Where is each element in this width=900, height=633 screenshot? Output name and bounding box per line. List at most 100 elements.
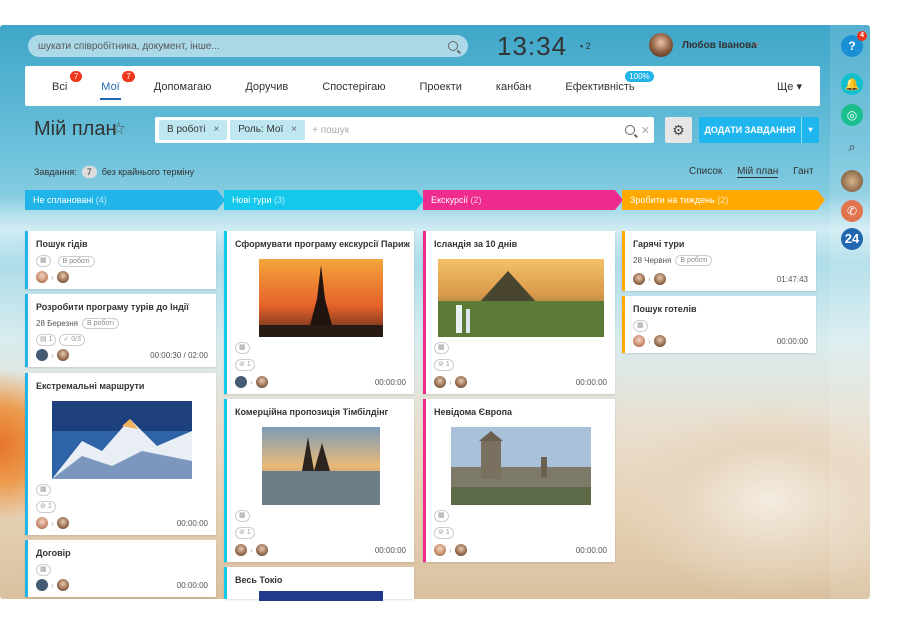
task-title[interactable]: Пошук гідів (36, 239, 216, 249)
chat-icon[interactable]: ◎ (841, 104, 863, 126)
search-input[interactable]: шукати співробітника, документ, інше... (38, 41, 448, 52)
column-header[interactable]: Нові тури (3) (224, 190, 424, 210)
task-card[interactable]: Розробити програму турів до Індії 28 Бер… (25, 294, 216, 367)
search-icon[interactable] (624, 125, 635, 135)
chevron-down-icon[interactable]: ▾ (801, 117, 819, 143)
view-myplan[interactable]: Мій план (737, 166, 779, 178)
avatar[interactable] (255, 544, 268, 556)
task-title[interactable]: Пошук готелів (633, 304, 816, 314)
task-title[interactable]: Ісландія за 10 днів (434, 239, 615, 249)
star-icon[interactable]: ☆ (111, 119, 126, 139)
calendar-icon[interactable]: ▦ (235, 342, 250, 354)
tab-efficiency[interactable]: Ефективність 100% (548, 66, 654, 106)
user-avatar[interactable] (649, 33, 673, 57)
user-name[interactable]: Любов Іванова (682, 40, 757, 51)
tab-watching[interactable]: Спостерігаю (305, 66, 402, 106)
search-icon[interactable]: ⌕ (841, 136, 863, 158)
calendar-icon[interactable]: ▦ (235, 510, 250, 522)
checklist-icon[interactable]: ✓ 0/3 (59, 334, 86, 346)
avatar[interactable] (235, 376, 247, 388)
avatar[interactable] (454, 376, 467, 388)
tab-kanban[interactable]: канбан (479, 66, 549, 106)
avatar[interactable] (36, 271, 48, 283)
avatar[interactable] (36, 517, 48, 529)
avatar[interactable] (56, 271, 69, 283)
avatar[interactable] (633, 335, 645, 347)
contact-avatar[interactable] (841, 170, 863, 192)
time-tracker[interactable]: 00:00:00 (375, 378, 406, 387)
avatar[interactable] (36, 349, 48, 361)
tab-projects[interactable]: Проекти (403, 66, 479, 106)
task-card[interactable]: Ісландія за 10 днів ▦ ⊘ 1 › 00:00:00 (423, 231, 615, 394)
task-title[interactable]: Гарячі тури (633, 239, 816, 249)
task-title[interactable]: Екстремальні маршрути (36, 381, 216, 391)
clock[interactable]: 13:34 (497, 31, 567, 62)
time-tracker[interactable]: 01:47:43 (777, 275, 808, 284)
attachment-icon[interactable]: ⊘ 1 (235, 359, 255, 371)
time-tracker[interactable]: 00:00:00 (576, 546, 607, 555)
calendar-icon[interactable]: ▦ (36, 564, 51, 576)
chevron-down-icon[interactable]: ▾ (755, 40, 759, 49)
calendar-icon[interactable]: ▦ (633, 320, 648, 332)
avatar[interactable] (653, 273, 666, 285)
task-title[interactable]: Договір (36, 548, 216, 558)
attachment-icon[interactable]: ⊘ 1 (36, 501, 56, 513)
avatar[interactable] (56, 517, 69, 529)
close-icon[interactable]: × (291, 120, 297, 140)
view-list[interactable]: Список (689, 166, 722, 177)
task-card[interactable]: Екстремальні маршрути ▦ ⊘ 1 › 00:00:00 (25, 373, 216, 535)
task-title[interactable]: Сформувати програму екскурсії Париж (235, 239, 414, 249)
avatar[interactable] (56, 579, 69, 591)
task-card[interactable]: Пошук готелів ▦ › 00:00:00 (622, 296, 816, 353)
deadline[interactable]: 28 Березня (36, 319, 78, 328)
task-card[interactable]: Пошук гідів ▦ В роботі › (25, 231, 216, 289)
task-card[interactable]: Весь Токіо (224, 567, 414, 601)
attachment-icon[interactable]: ⊘ 1 (434, 359, 454, 371)
time-tracker[interactable]: 00:00:00 (375, 546, 406, 555)
task-card[interactable]: Договір ▦ › 00:00:00 (25, 540, 216, 597)
global-search-bar[interactable]: шукати співробітника, документ, інше... (28, 35, 468, 57)
avatar[interactable] (434, 376, 446, 388)
avatar[interactable] (36, 579, 48, 591)
bitrix24-logo[interactable]: 24 (841, 228, 863, 250)
calendar-icon[interactable]: ▦ (434, 342, 449, 354)
task-card[interactable]: Комерційна пропозиція Тімбілдінг ▦ ⊘ 1 ›… (224, 399, 414, 562)
more-menu[interactable]: Ще ▾ (777, 66, 802, 108)
calendar-icon[interactable]: ▦ (36, 484, 51, 496)
attachment-icon[interactable]: ⊘ 1 (434, 527, 454, 539)
time-tracker[interactable]: 00:00:30 / 02:00 (150, 351, 208, 360)
clear-icon[interactable]: ✕ (641, 124, 650, 137)
filter-search-input[interactable]: + пошук (312, 125, 625, 136)
task-title[interactable]: Невідома Європа (434, 407, 615, 417)
tab-assigned[interactable]: Доручив (228, 66, 305, 106)
avatar[interactable] (235, 544, 247, 556)
tab-mine[interactable]: Мої 7 (84, 66, 136, 106)
task-title[interactable]: Весь Токіо (235, 575, 414, 585)
time-tracker[interactable]: 00:00:00 (177, 519, 208, 528)
column-header[interactable]: Зробити на тиждень (2) (622, 190, 825, 210)
time-tracker[interactable]: 00:00:00 (777, 337, 808, 346)
tab-all[interactable]: Всі 7 (35, 66, 84, 106)
filter-chip[interactable]: В роботі × (159, 120, 228, 140)
bell-icon[interactable]: 🔔 (841, 73, 863, 95)
time-tracker[interactable]: 00:00:00 (576, 378, 607, 387)
add-task-button[interactable]: ДОДАТИ ЗАВДАННЯ ▾ (699, 117, 819, 143)
avatar[interactable] (454, 544, 467, 556)
search-icon[interactable] (448, 41, 458, 51)
task-card[interactable]: Сформувати програму екскурсії Париж ▦ ⊘ … (224, 231, 414, 394)
phone-icon[interactable]: ✆ (841, 200, 863, 222)
filter-chip[interactable]: Роль: Мої × (230, 120, 306, 140)
deadline[interactable]: 28 Червня (633, 256, 671, 265)
avatar[interactable] (255, 376, 268, 388)
attachment-icon[interactable]: ⊘ 1 (235, 527, 255, 539)
task-card[interactable]: Невідома Європа ▦ ⊘ 1 › 00:00:00 (423, 399, 615, 562)
task-title[interactable]: Розробити програму турів до Індії (36, 302, 216, 312)
view-gantt[interactable]: Гант (793, 166, 814, 177)
column-header[interactable]: Екскурсії (2) (423, 190, 623, 210)
task-title[interactable]: Комерційна пропозиція Тімбілдінг (235, 407, 414, 417)
calendar-icon[interactable]: ▦ (36, 255, 51, 267)
help-icon[interactable]: ? 4 (841, 31, 867, 57)
close-icon[interactable]: × (213, 120, 219, 140)
avatar[interactable] (633, 273, 645, 285)
avatar[interactable] (434, 544, 446, 556)
